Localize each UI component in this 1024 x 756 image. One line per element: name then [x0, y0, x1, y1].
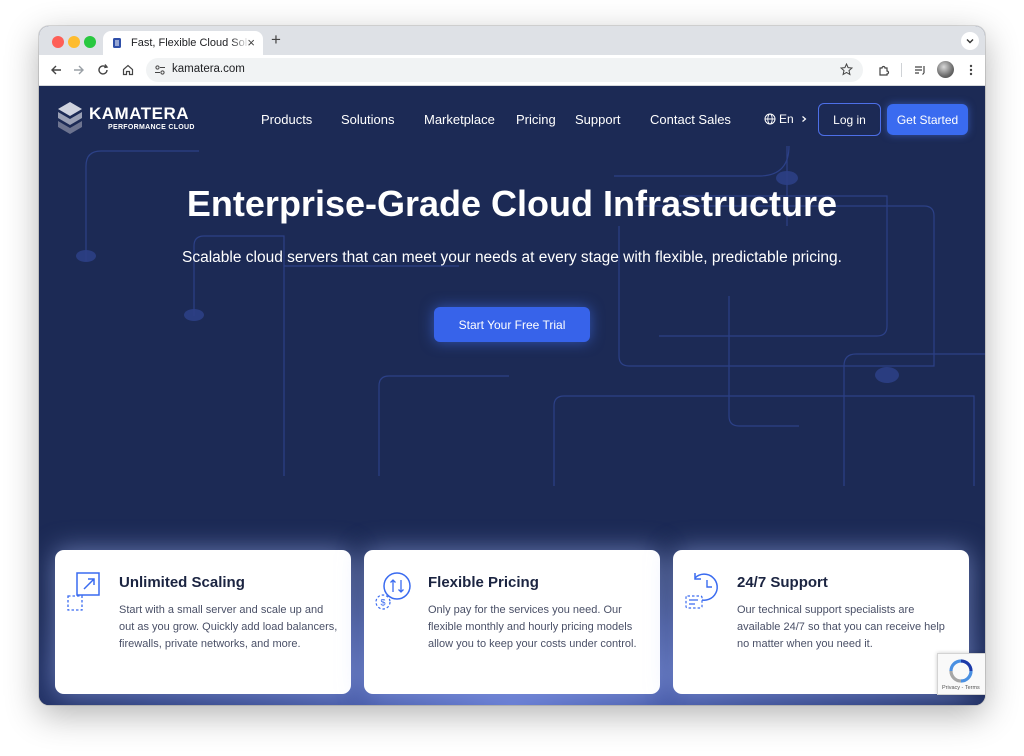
scaling-icon	[67, 572, 100, 611]
tab-close-icon[interactable]: ×	[247, 35, 255, 50]
kamatera-logo[interactable]: KAMATERA PERFORMANCE CLOUD	[57, 101, 197, 139]
language-selector[interactable]: En	[764, 112, 808, 126]
nav-support[interactable]: Support	[575, 112, 621, 127]
feature-title: Flexible Pricing	[428, 574, 539, 591]
bookmark-star-icon[interactable]	[840, 63, 853, 76]
recaptcha-icon	[949, 659, 973, 683]
feature-card-support: 24/7 Support Our technical support speci…	[673, 550, 969, 694]
support-icon	[685, 573, 718, 609]
chevron-down-icon	[966, 39, 974, 44]
more-menu-icon[interactable]	[964, 63, 978, 77]
extensions-icon[interactable]	[877, 63, 891, 77]
site-settings-icon[interactable]	[154, 64, 166, 76]
nav-marketplace[interactable]: Marketplace	[424, 112, 495, 127]
brand-name: KAMATERA	[89, 104, 190, 123]
kamatera-favicon-icon	[113, 38, 121, 48]
address-bar[interactable]: kamatera.com	[146, 58, 863, 82]
hero-subtitle: Scalable cloud servers that can meet you…	[182, 249, 842, 266]
feature-description: Only pay for the services you need. Our …	[428, 604, 637, 650]
nav-pricing[interactable]: Pricing	[516, 112, 556, 127]
maximize-window-button[interactable]	[84, 36, 96, 48]
kamatera-logo-icon	[58, 102, 82, 134]
new-tab-button[interactable]: +	[271, 30, 281, 50]
nav-solutions[interactable]: Solutions	[341, 112, 394, 127]
feature-card-pricing: $ Flexible Pricing Only pay for the serv…	[364, 550, 660, 694]
url-text: kamatera.com	[172, 63, 245, 75]
svg-text:$: $	[380, 598, 385, 608]
feature-title: Unlimited Scaling	[119, 574, 245, 591]
browser-toolbar: kamatera.com	[39, 55, 985, 86]
chevron-right-icon	[801, 116, 807, 122]
feature-card-scaling: Unlimited Scaling Start with a small ser…	[55, 550, 351, 694]
tab-title: Fast, Flexible Cloud Solutions	[131, 37, 249, 49]
browser-tab[interactable]: Fast, Flexible Cloud Solutions ×	[103, 31, 263, 55]
reading-list-icon[interactable]	[913, 63, 927, 77]
get-started-button[interactable]: Get Started	[887, 104, 968, 135]
nav-contact-sales[interactable]: Contact Sales	[650, 112, 731, 127]
home-icon[interactable]	[121, 63, 135, 77]
recaptcha-links[interactable]: Privacy - Terms	[942, 685, 980, 691]
close-window-button[interactable]	[52, 36, 64, 48]
browser-window: Fast, Flexible Cloud Solutions × +	[39, 26, 985, 705]
feature-description: Our technical support specialists are av…	[737, 604, 945, 650]
back-icon[interactable]	[49, 63, 63, 77]
recaptcha-badge[interactable]: Privacy - Terms	[937, 653, 985, 695]
globe-icon	[764, 113, 776, 125]
feature-title: 24/7 Support	[737, 574, 828, 591]
minimize-window-button[interactable]	[68, 36, 80, 48]
reload-icon[interactable]	[96, 63, 110, 77]
forward-icon[interactable]	[72, 63, 86, 77]
login-button[interactable]: Log in	[818, 103, 881, 136]
feature-description: Start with a small server and scale up a…	[119, 604, 338, 650]
tab-strip: Fast, Flexible Cloud Solutions × +	[39, 26, 985, 55]
nav-products[interactable]: Products	[261, 112, 312, 127]
language-label: En	[779, 112, 794, 126]
toolbar-divider	[901, 63, 902, 77]
hero-title: Enterprise-Grade Cloud Infrastructure	[186, 183, 838, 224]
free-trial-button[interactable]: Start Your Free Trial	[434, 307, 590, 342]
web-page: KAMATERA PERFORMANCE CLOUD Products Solu…	[39, 86, 985, 705]
tab-search-button[interactable]	[961, 32, 979, 50]
pricing-icon: $	[375, 572, 411, 610]
profile-avatar[interactable]	[937, 61, 954, 78]
brand-tagline: PERFORMANCE CLOUD	[108, 124, 195, 131]
